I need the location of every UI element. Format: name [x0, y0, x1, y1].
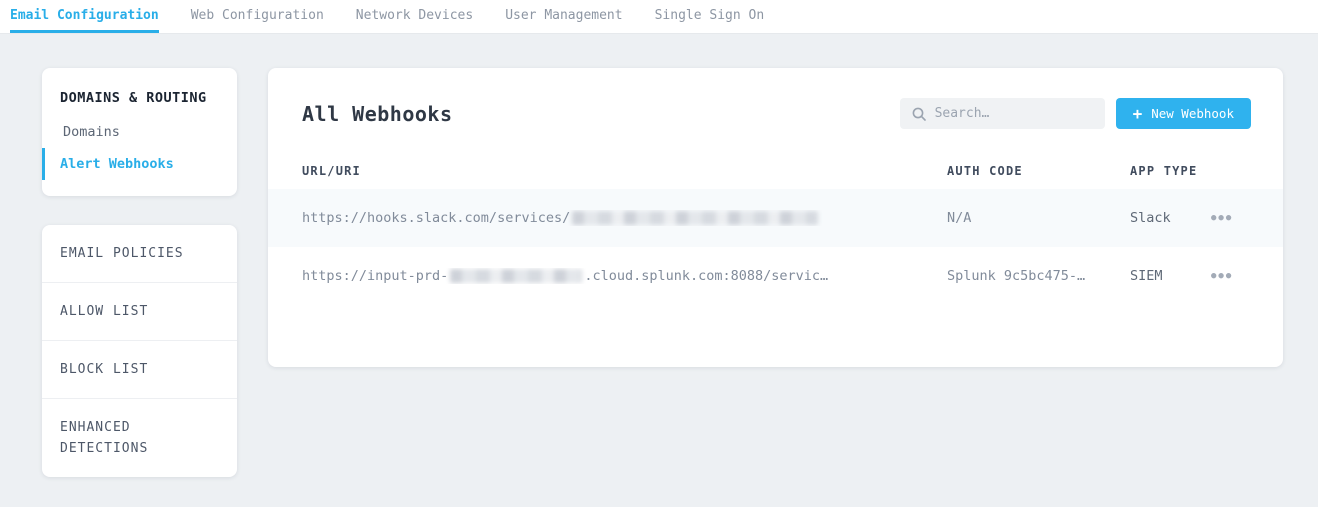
- app-type-cell: Slack: [1130, 210, 1207, 226]
- tab-user-management[interactable]: User Management: [505, 0, 622, 33]
- row-actions-menu-icon[interactable]: ●●●: [1207, 265, 1237, 287]
- table-row[interactable]: https://input-prd-.cloud.splunk.com:8088…: [268, 247, 1283, 305]
- webhooks-panel: All Webhooks + New Webhook URL/URI AUTH …: [268, 68, 1283, 367]
- sidebar-item-allow-list[interactable]: ALLOW LIST: [42, 283, 237, 341]
- column-header-url: URL/URI: [302, 164, 947, 178]
- table-header-row: URL/URI AUTH CODE APP TYPE: [268, 153, 1283, 189]
- tab-email-configuration[interactable]: Email Configuration: [10, 0, 159, 33]
- sidebar-item-email-policies[interactable]: EMAIL POLICIES: [42, 225, 237, 283]
- sidebar-item-block-list[interactable]: BLOCK LIST: [42, 341, 237, 399]
- column-header-app-type: APP TYPE: [1130, 164, 1207, 178]
- redacted-url-segment: [450, 269, 582, 283]
- new-webhook-button-label: New Webhook: [1151, 106, 1234, 121]
- sidebar-item-enhanced-detections[interactable]: ENHANCED DETECTIONS: [42, 399, 237, 477]
- auth-code-cell: Splunk 9c5bc475-…: [947, 268, 1130, 284]
- sidebar-item-domains[interactable]: Domains: [42, 116, 237, 148]
- policy-card: EMAIL POLICIES ALLOW LIST BLOCK LIST ENH…: [42, 225, 237, 477]
- app-type-cell: SIEM: [1130, 268, 1207, 284]
- tab-web-configuration[interactable]: Web Configuration: [191, 0, 324, 33]
- search-icon: [912, 107, 926, 121]
- panel-header: All Webhooks + New Webhook: [268, 68, 1283, 153]
- page-body: DOMAINS & ROUTING Domains Alert Webhooks…: [0, 34, 1318, 477]
- auth-code-cell: N/A: [947, 210, 1130, 226]
- sidebar-item-alert-webhooks[interactable]: Alert Webhooks: [42, 148, 237, 180]
- page-title: All Webhooks: [302, 102, 453, 126]
- webhook-url-cell: https://hooks.slack.com/services/: [302, 210, 947, 226]
- sidebar: DOMAINS & ROUTING Domains Alert Webhooks…: [42, 68, 237, 477]
- webhook-url-cell: https://input-prd-.cloud.splunk.com:8088…: [302, 268, 947, 284]
- column-header-auth-code: AUTH CODE: [947, 164, 1130, 178]
- new-webhook-button[interactable]: + New Webhook: [1116, 98, 1251, 129]
- table-row[interactable]: https://hooks.slack.com/services/ N/A Sl…: [268, 189, 1283, 247]
- row-actions-menu-icon[interactable]: ●●●: [1207, 207, 1237, 229]
- tab-network-devices[interactable]: Network Devices: [356, 0, 473, 33]
- domains-routing-card: DOMAINS & ROUTING Domains Alert Webhooks: [42, 68, 237, 196]
- search-input[interactable]: [935, 106, 1093, 121]
- search-box[interactable]: [900, 98, 1105, 129]
- redacted-url-segment: [572, 211, 818, 225]
- plus-icon: +: [1133, 106, 1143, 122]
- domains-routing-title: DOMAINS & ROUTING: [42, 84, 237, 116]
- top-nav: Email Configuration Web Configuration Ne…: [0, 0, 1318, 34]
- tab-single-sign-on[interactable]: Single Sign On: [655, 0, 765, 33]
